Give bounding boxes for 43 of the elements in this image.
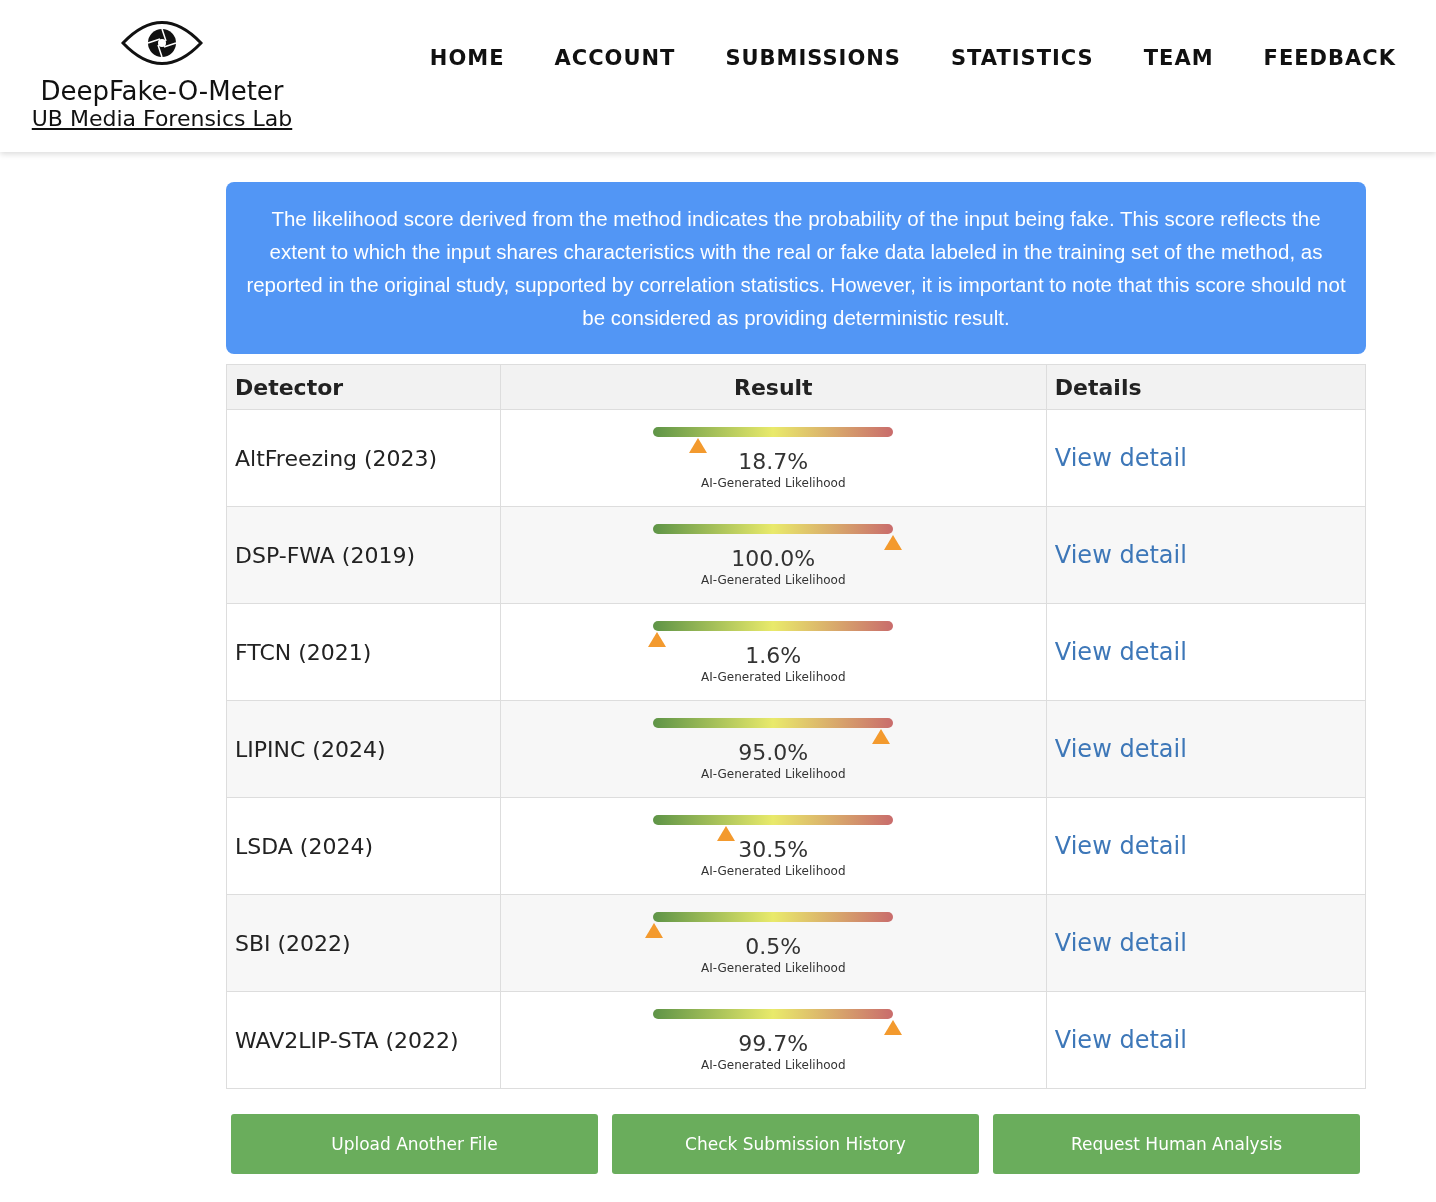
- info-notice: The likelihood score derived from the method indicates the probability of the input being fake. This score reflects the extent to which the input shares characteristics with the real or fake data labeled in the training set of the method, as reported in the original study, supported by correlation statistics. However, it is important to note that this score should not be considered as providing deterministic result.: [226, 182, 1366, 354]
- detector-name: LSDA (2024): [235, 833, 373, 859]
- score-value: 100.0%: [731, 545, 816, 571]
- view-detail-link[interactable]: View detail: [1054, 444, 1187, 472]
- detector-name: LIPINC (2024): [235, 736, 386, 762]
- nav-link[interactable]: HOME: [429, 46, 505, 70]
- detector-name: DSP-FWA (2019): [235, 542, 416, 568]
- score-caption: AI-Generated Likelihood: [701, 1057, 846, 1072]
- nav-link[interactable]: FEEDBACK: [1263, 46, 1396, 70]
- score-value: 95.0%: [738, 739, 809, 765]
- lab-link[interactable]: UB Media Forensics Lab: [31, 106, 293, 131]
- site-title: DeepFake-O-Meter: [40, 76, 284, 106]
- action-button[interactable]: Check Submission History: [612, 1114, 979, 1174]
- view-detail-link[interactable]: View detail: [1054, 735, 1187, 763]
- view-detail-link[interactable]: View detail: [1054, 1026, 1187, 1054]
- view-detail-link[interactable]: View detail: [1054, 638, 1187, 666]
- nav-link[interactable]: ACCOUNT: [554, 46, 676, 70]
- nav-link[interactable]: TEAM: [1143, 46, 1214, 70]
- score-caption: AI-Generated Likelihood: [701, 960, 846, 975]
- score-caption: AI-Generated Likelihood: [701, 669, 846, 684]
- column-header: Details: [1046, 364, 1366, 410]
- score-value: 99.7%: [738, 1030, 809, 1056]
- action-button[interactable]: Upload Another File: [231, 1114, 598, 1174]
- score-value: 0.5%: [745, 933, 802, 959]
- score-caption: AI-Generated Likelihood: [701, 863, 846, 878]
- view-detail-link[interactable]: View detail: [1054, 541, 1187, 569]
- detector-name: WAV2LIP-STA (2022): [235, 1027, 459, 1053]
- column-header: Detector: [226, 364, 501, 410]
- view-detail-link[interactable]: View detail: [1054, 929, 1187, 957]
- detector-name: FTCN (2021): [235, 639, 372, 665]
- nav-link[interactable]: SUBMISSIONS: [725, 46, 901, 70]
- detector-name: SBI (2022): [235, 930, 351, 956]
- score-caption: AI-Generated Likelihood: [701, 572, 846, 587]
- score-value: 1.6%: [745, 642, 802, 668]
- score-value: 30.5%: [738, 836, 809, 862]
- action-button[interactable]: Request Human Analysis: [993, 1114, 1360, 1174]
- detector-name: AltFreezing (2023): [235, 445, 438, 471]
- view-detail-link[interactable]: View detail: [1054, 832, 1187, 860]
- score-caption: AI-Generated Likelihood: [701, 475, 846, 490]
- score-value: 18.7%: [738, 448, 809, 474]
- column-header: Result: [500, 364, 1047, 410]
- nav-link[interactable]: STATISTICS: [950, 46, 1094, 70]
- score-caption: AI-Generated Likelihood: [701, 766, 846, 781]
